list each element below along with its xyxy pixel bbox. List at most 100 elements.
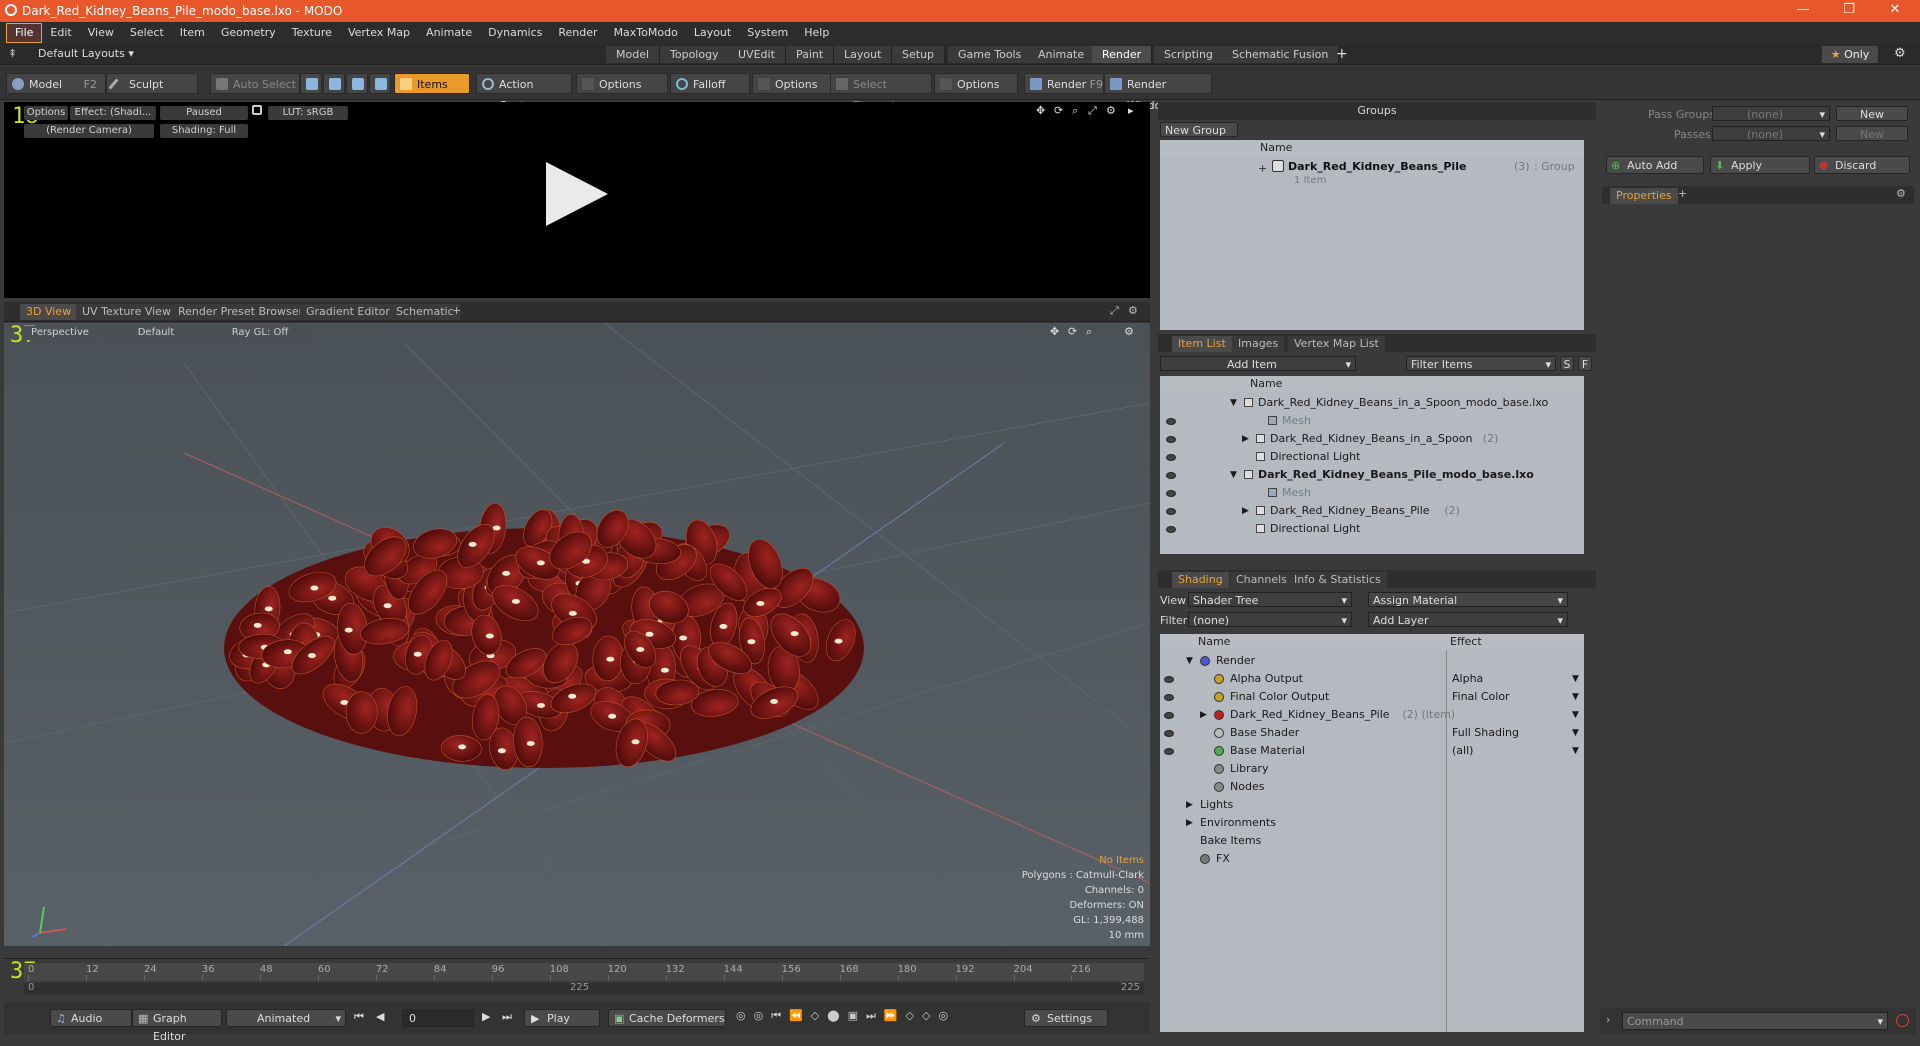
go-end-icon[interactable]: ⏭ (502, 1010, 512, 1024)
options-button-2[interactable]: Options (752, 73, 832, 94)
expand-arrow-icon[interactable]: ▶ (1242, 430, 1249, 448)
shader-effect[interactable]: Alpha (1452, 670, 1483, 688)
collapse-arrow-icon[interactable]: ▼ (1230, 466, 1237, 484)
tab-channels[interactable]: Channels (1230, 572, 1293, 588)
expand-arrow-icon[interactable]: ▶ (1242, 502, 1249, 520)
menu-maxtomodo[interactable]: MaxToModo (606, 22, 686, 44)
auto-select-button[interactable]: Auto Select (210, 73, 300, 94)
lut-dropdown[interactable]: LUT: sRGB (268, 106, 348, 120)
shader-tree-row[interactable]: ▶ Lights (1160, 796, 1584, 814)
item-list-row[interactable]: Directional Light (1160, 448, 1584, 466)
select-vertices-button[interactable] (300, 73, 322, 94)
viewport-rotate-icon[interactable]: ⟳ (1068, 325, 1077, 338)
key-icons[interactable]: ◎◎⏮⏪◇⬤▣⏭⏩◇◇◎ (736, 1009, 956, 1023)
collapse-arrow-icon[interactable]: ▼ (1230, 394, 1237, 412)
menu-geometry[interactable]: Geometry (213, 22, 284, 44)
expand-arrow-icon[interactable]: ▶ (1186, 796, 1193, 814)
s-button[interactable]: S (1560, 356, 1574, 371)
layout-tab-game-tools[interactable]: Game Tools (948, 46, 1033, 63)
visibility-eye-icon[interactable] (1166, 526, 1176, 533)
effect-chevron-icon[interactable]: ▼ (1572, 670, 1579, 688)
timeline[interactable]: 37 0122436486072849610812013214415616818… (4, 958, 1150, 998)
visibility-eye-icon[interactable] (1164, 712, 1174, 719)
gear-icon[interactable]: ⚙ (1894, 46, 1906, 61)
render-effect-dropdown[interactable]: Effect: (Shadi... (70, 106, 156, 120)
shader-tree-row[interactable]: ▼ Render (1160, 652, 1584, 670)
menu-vertex-map[interactable]: Vertex Map (340, 22, 418, 44)
shader-tree-row[interactable]: Alpha Output Alpha ▼ (1160, 670, 1584, 688)
refresh-icon[interactable]: ⟳ (1054, 104, 1063, 117)
maximize-button[interactable]: ❐ (1826, 0, 1872, 22)
shader-tree-row[interactable]: Nodes (1160, 778, 1584, 796)
group-name[interactable]: Dark_Red_Kidney_Beans_Pile (1288, 160, 1466, 173)
tab-shading[interactable]: Shading (1172, 572, 1229, 588)
visibility-eye-icon[interactable] (1164, 676, 1174, 683)
action-center-button[interactable]: Action Center (476, 73, 572, 112)
render-window-button[interactable]: Render Window (1104, 73, 1212, 112)
raygl-dropdown[interactable]: Ray GL: Off (210, 326, 310, 340)
visibility-eye-icon[interactable] (1164, 748, 1174, 755)
play-button[interactable]: ▶ Play (524, 1009, 600, 1027)
menu-texture[interactable]: Texture (284, 22, 340, 44)
select-through-button[interactable]: Select Through (830, 73, 932, 112)
item-list-row[interactable]: ▼ Dark_Red_Kidney_Beans_in_a_Spoon_modo_b… (1160, 394, 1584, 412)
options-button-1[interactable]: Options (576, 73, 668, 94)
shader-effect[interactable]: Final Color (1452, 688, 1510, 706)
render-preview[interactable]: 18 Options Effect: (Shadi... Paused LUT:… (4, 102, 1150, 298)
viewport-gear-icon[interactable]: ⚙ (1124, 325, 1134, 338)
shader-tree-row[interactable]: ▶ Dark_Red_Kidney_Beans_Pile (2) (Item) ▼ (1160, 706, 1584, 724)
properties-gear-icon[interactable]: ⚙ (1896, 187, 1906, 200)
layout-tab-setup[interactable]: Setup (892, 46, 946, 63)
groups-list[interactable]: Name + Dark_Red_Kidney_Beans_Pile (3) : … (1160, 140, 1584, 330)
layout-tab-schematic-fusion[interactable]: Schematic Fusion (1222, 46, 1340, 63)
tab-properties[interactable]: Properties (1610, 188, 1678, 204)
command-record-icon[interactable] (1896, 1014, 1909, 1027)
menu-view[interactable]: View (80, 22, 122, 44)
default-dropdown[interactable]: Default (100, 326, 212, 340)
add-properties-tab-icon[interactable]: + (1678, 187, 1687, 200)
menu-help[interactable]: Help (796, 22, 837, 44)
select-polygons-button[interactable] (346, 73, 368, 94)
menu-system[interactable]: System (739, 22, 796, 44)
render-options-button[interactable]: Options (24, 106, 68, 120)
menu-select[interactable]: Select (122, 22, 172, 44)
zoom-icon[interactable]: ⌕ (1072, 104, 1078, 118)
play-icon[interactable] (544, 160, 610, 228)
tab-info-statistics[interactable]: Info & Statistics (1288, 572, 1387, 588)
add-layout-icon[interactable]: + (1336, 46, 1348, 62)
expand-arrow-icon[interactable]: ▶ (1200, 706, 1207, 724)
go-start-icon[interactable]: ⏮ (354, 1010, 364, 1024)
tab-render-preset-browser[interactable]: Render Preset Browser (172, 304, 310, 320)
viewport-tabs-gear-icon[interactable]: ⚙ (1128, 304, 1138, 317)
effect-chevron-icon[interactable]: ▼ (1572, 724, 1579, 742)
effect-chevron-icon[interactable]: ▼ (1572, 688, 1579, 706)
item-list-row[interactable]: Mesh (1160, 412, 1584, 430)
item-list-row[interactable]: ▼ Dark_Red_Kidney_Beans_Pile_modo_base.lx… (1160, 466, 1584, 484)
render-button[interactable]: Render F9 (1024, 73, 1104, 94)
shader-tree-row[interactable]: FX (1160, 850, 1584, 868)
visibility-eye-icon[interactable] (1166, 418, 1176, 425)
next-key-icon[interactable]: ▶ (482, 1010, 490, 1023)
item-list-row[interactable]: Mesh (1160, 484, 1584, 502)
timeline-ruler[interactable]: 0 12 24 36 48 60 72 84 96 108 120 132 144 156 168 180 19… (24, 963, 1144, 981)
item-list-row[interactable]: ▶ Dark_Red_Kidney_Beans_in_a_Spoon (2) (1160, 430, 1584, 448)
menu-file[interactable]: File (6, 23, 43, 43)
filter-dropdown[interactable]: (none) (1188, 612, 1352, 628)
render-camera-dropdown[interactable]: (Render Camera) (24, 124, 154, 138)
model-button[interactable]: Model F2 (6, 73, 106, 94)
shader-tree[interactable]: Name Effect ▼ Render Alpha Output Alpha ▼ Fin… (1160, 634, 1584, 1032)
select-materials-button[interactable] (369, 73, 391, 94)
shader-tree-row[interactable]: Base Shader Full Shading ▼ (1160, 724, 1584, 742)
animated-dropdown[interactable]: Animated ▾ (226, 1009, 346, 1027)
cache-deformers-button[interactable]: ▣ Cache Deformers (608, 1009, 726, 1027)
layout-tab-uvedit[interactable]: UVEdit (728, 46, 786, 63)
render-arrow-icon[interactable]: ▸ (1128, 104, 1134, 117)
add-layer-dropdown[interactable]: Add Layer (1368, 612, 1568, 628)
visibility-eye-icon[interactable] (1166, 454, 1176, 461)
tab-gradient-editor[interactable]: Gradient Editor (300, 304, 396, 320)
default-layouts-dropdown[interactable]: Default Layouts ▾ (38, 47, 134, 60)
sculpt-button[interactable]: Sculpt (106, 73, 198, 94)
item-list-row[interactable]: Directional Light (1160, 520, 1584, 538)
tab-item-list[interactable]: Item List (1172, 336, 1232, 352)
minimize-button[interactable]: — (1780, 0, 1826, 22)
